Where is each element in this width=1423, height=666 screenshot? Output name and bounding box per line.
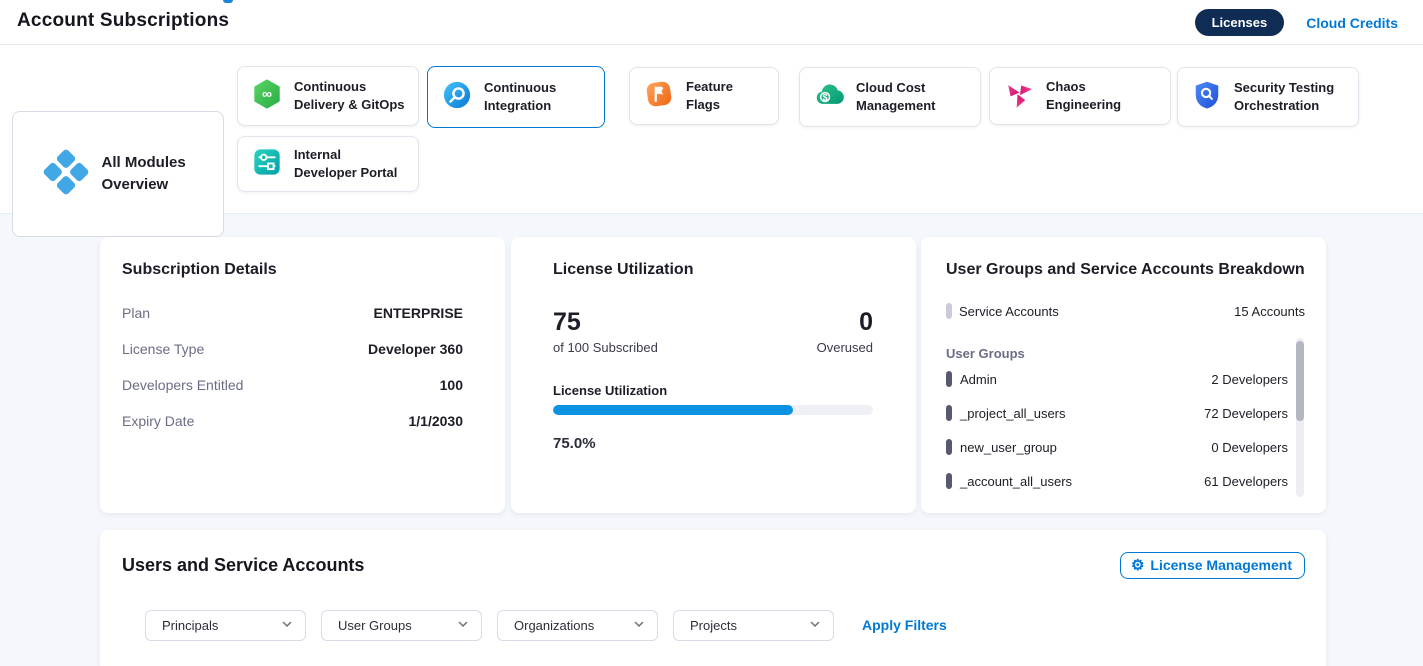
license-type-value: Developer 360 xyxy=(368,341,463,357)
utilization-bar-track xyxy=(553,405,873,415)
service-accounts-pill-icon xyxy=(946,303,952,319)
user-groups-dropdown-label: User Groups xyxy=(338,618,412,633)
service-accounts-label: Service Accounts xyxy=(959,304,1059,319)
license-management-button[interactable]: ⚙ License Management xyxy=(1120,552,1305,579)
user-groups-heading: User Groups xyxy=(946,346,1025,361)
ci-icon xyxy=(442,80,472,115)
nav-indicator-fragment xyxy=(223,0,233,3)
group-value: 2 Developers xyxy=(1211,372,1288,387)
chevron-down-icon xyxy=(281,617,293,635)
all-modules-icon xyxy=(43,149,89,200)
license-utilization-card: License Utilization 75 of 100 Subscribed… xyxy=(511,237,916,513)
group-value: 61 Developers xyxy=(1204,474,1288,489)
cloud-cost-icon: $ xyxy=(814,80,844,115)
projects-dropdown[interactable]: Projects xyxy=(673,610,834,641)
chevron-down-icon xyxy=(809,617,821,635)
module-label: Feature Flags xyxy=(686,78,766,114)
expiry-date-value: 1/1/2030 xyxy=(409,413,464,429)
service-accounts-value: 15 Accounts xyxy=(1234,304,1305,319)
module-label: Internal Developer Portal xyxy=(294,146,406,182)
users-section-title: Users and Service Accounts xyxy=(122,555,364,576)
organizations-dropdown-label: Organizations xyxy=(514,618,594,633)
expiry-date-label: Expiry Date xyxy=(122,413,194,429)
used-caption: of 100 Subscribed xyxy=(553,340,658,355)
group-name: Admin xyxy=(960,372,997,387)
module-label: Cloud Cost Management xyxy=(856,79,948,115)
all-modules-overview-label: All Modules Overview xyxy=(102,152,194,196)
cd-gitops-icon: ∞ xyxy=(252,79,282,114)
breakdown-card: User Groups and Service Accounts Breakdo… xyxy=(921,237,1326,513)
overused-caption: Overused xyxy=(817,340,873,355)
developers-entitled-value: 100 xyxy=(440,377,463,393)
group-value: 0 Developers xyxy=(1211,440,1288,455)
tab-licenses[interactable]: Licenses xyxy=(1195,9,1285,36)
account-subscriptions-page: Account Subscriptions Licenses Cloud Cre… xyxy=(0,0,1423,666)
plan-value: ENTERPRISE xyxy=(374,305,463,321)
user-groups-dropdown[interactable]: User Groups xyxy=(321,610,482,641)
svg-text:∞: ∞ xyxy=(262,85,272,101)
breakdown-title: User Groups and Service Accounts Breakdo… xyxy=(946,261,1305,279)
apply-filters-link[interactable]: Apply Filters xyxy=(862,617,947,633)
group-pill-icon xyxy=(946,473,952,489)
group-pill-icon xyxy=(946,405,952,421)
subscription-details-title: Subscription Details xyxy=(122,261,277,279)
overused-count: 0 xyxy=(859,308,873,337)
module-label: Security Testing Orchestration xyxy=(1234,79,1340,115)
module-card-security-testing[interactable]: Security Testing Orchestration xyxy=(1177,67,1359,127)
group-name: new_user_group xyxy=(960,440,1057,455)
module-card-cloud-cost[interactable]: $ Cloud Cost Management xyxy=(799,67,981,127)
security-testing-icon xyxy=(1192,80,1222,115)
gear-icon: ⚙ xyxy=(1131,558,1144,573)
group-name: _project_all_users xyxy=(960,406,1066,421)
module-label: Chaos Engineering xyxy=(1046,78,1158,114)
projects-dropdown-label: Projects xyxy=(690,618,737,633)
principals-dropdown[interactable]: Principals xyxy=(145,610,306,641)
utilization-bar-fill xyxy=(553,405,793,415)
module-card-continuous-delivery[interactable]: ∞ Continuous Delivery & GitOps xyxy=(237,66,419,126)
svg-text:$: $ xyxy=(823,92,828,102)
tab-cloud-credits[interactable]: Cloud Credits xyxy=(1306,15,1398,31)
subscription-details-card: Subscription Details Plan ENTERPRISE Lic… xyxy=(100,237,505,513)
developers-entitled-label: Developers Entitled xyxy=(122,377,243,393)
module-card-feature-flags[interactable]: Feature Flags xyxy=(629,67,779,125)
module-selector-band: All Modules Overview ∞ Continuous Delive… xyxy=(0,45,1423,213)
header-tabs: Licenses Cloud Credits xyxy=(1195,9,1398,36)
feature-flags-icon xyxy=(644,79,674,114)
module-card-internal-developer-portal[interactable]: Internal Developer Portal xyxy=(237,136,419,192)
module-card-chaos-engineering[interactable]: Chaos Engineering xyxy=(989,67,1171,125)
group-name: _account_all_users xyxy=(960,474,1072,489)
organizations-dropdown[interactable]: Organizations xyxy=(497,610,658,641)
idp-icon xyxy=(252,147,282,182)
chevron-down-icon xyxy=(633,617,645,635)
page-header: Account Subscriptions Licenses Cloud Cre… xyxy=(0,0,1423,45)
group-pill-icon xyxy=(946,371,952,387)
module-label: Continuous Integration xyxy=(484,79,564,115)
chevron-down-icon xyxy=(457,617,469,635)
license-type-label: License Type xyxy=(122,341,204,357)
license-management-label: License Management xyxy=(1150,557,1292,573)
license-utilization-title: License Utilization xyxy=(553,261,693,279)
module-label: Continuous Delivery & GitOps xyxy=(294,78,406,114)
chaos-icon xyxy=(1004,79,1034,114)
utilization-bar-label: License Utilization xyxy=(553,383,667,398)
utilization-percent: 75.0% xyxy=(553,435,596,452)
users-service-accounts-card: Users and Service Accounts ⚙ License Man… xyxy=(100,530,1326,666)
principals-dropdown-label: Principals xyxy=(162,618,218,633)
group-list-scrollbar-thumb[interactable] xyxy=(1296,341,1304,421)
group-list-scrollbar-track xyxy=(1296,338,1304,497)
group-value: 72 Developers xyxy=(1204,406,1288,421)
page-title: Account Subscriptions xyxy=(17,10,229,32)
plan-label: Plan xyxy=(122,305,150,321)
all-modules-overview-card[interactable]: All Modules Overview xyxy=(12,111,224,237)
used-count: 75 xyxy=(553,308,581,337)
module-card-continuous-integration[interactable]: Continuous Integration xyxy=(427,66,605,128)
group-pill-icon xyxy=(946,439,952,455)
